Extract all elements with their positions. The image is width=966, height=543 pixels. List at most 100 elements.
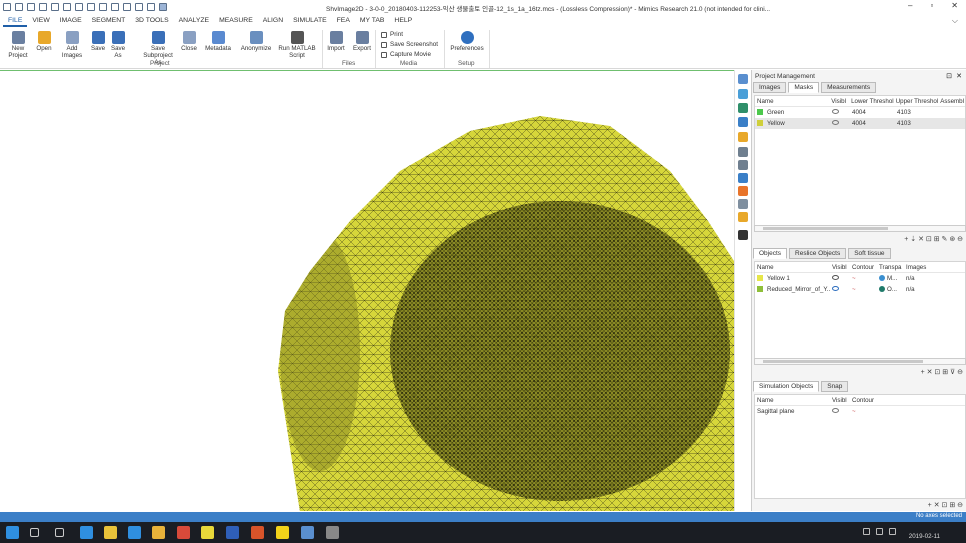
column-header-lower-threshol[interactable]: Lower Threshol <box>849 98 894 105</box>
visibility-on-icon[interactable] <box>832 286 839 291</box>
panel-pin-button[interactable]: ⊡ <box>946 72 952 80</box>
table-row[interactable]: Yellow 1 ~ M... n/a <box>755 273 965 284</box>
taskbar-clock[interactable]: 2019-02-11 <box>909 533 940 540</box>
ribbon-tab-measure[interactable]: MEASURE <box>214 15 258 27</box>
ribbon-tab-simulate[interactable]: SIMULATE <box>288 15 332 27</box>
panel-close-button[interactable]: ✕ <box>956 72 962 80</box>
simulation-tab-simulation-objects[interactable]: Simulation Objects <box>753 381 820 392</box>
ribbon-tab-image[interactable]: IMAGE <box>55 15 87 27</box>
store-icon[interactable] <box>128 526 141 539</box>
rotate-icon[interactable] <box>738 160 748 170</box>
matlab-script-button[interactable]: Run MATLAB Script <box>276 31 318 59</box>
ribbon-tab-fea[interactable]: FEA <box>332 15 355 27</box>
masks-toolbar[interactable]: + ⇣ ✕ ⊡ ⊞ ✎ ⊛ ⊖ <box>904 235 963 243</box>
table-row[interactable]: Green 4004 4103 <box>755 107 965 118</box>
save-as-button[interactable]: Save As <box>109 31 127 59</box>
volume-icon[interactable] <box>876 528 883 535</box>
network-icon[interactable] <box>863 528 870 535</box>
mask-color-swatch[interactable] <box>757 120 763 127</box>
3d-viewport[interactable] <box>0 70 734 511</box>
column-header-name[interactable]: Name <box>755 98 829 105</box>
app-icon[interactable] <box>326 526 339 539</box>
screenshot-button[interactable]: Save Screenshot <box>381 41 438 48</box>
contour-icon[interactable]: ~ <box>850 408 880 415</box>
sticky-notes-icon[interactable] <box>201 526 214 539</box>
undo-icon[interactable] <box>63 3 71 11</box>
print-button[interactable]: Print <box>381 31 403 38</box>
paste-icon[interactable] <box>123 3 131 11</box>
restore-button[interactable]: ▫ <box>930 1 933 10</box>
object-tab-objects[interactable]: Objects <box>753 248 788 259</box>
preferences-button[interactable]: Preferences <box>449 31 485 52</box>
new-icon[interactable] <box>15 3 23 11</box>
move-icon[interactable] <box>738 147 748 157</box>
column-header-visibl[interactable]: Visibl <box>830 264 850 271</box>
visibility-hidden-icon[interactable] <box>832 120 839 125</box>
powerpoint-icon[interactable] <box>251 526 264 539</box>
zoom-out-icon[interactable] <box>147 3 155 11</box>
ribbon-tab-align[interactable]: ALIGN <box>258 15 288 27</box>
column-header-contour[interactable]: Contour <box>850 397 880 404</box>
object-tab-soft-tissue[interactable]: Soft tissue <box>848 248 891 259</box>
skull-mesh-render[interactable] <box>0 71 734 511</box>
column-header-upper-threshol[interactable]: Upper Threshol <box>894 98 939 105</box>
search-icon[interactable] <box>30 528 39 537</box>
ribbon-tab-segment[interactable]: SEGMENT <box>87 15 131 27</box>
app-menu-icon[interactable] <box>3 3 11 11</box>
open-folder-button[interactable]: Open <box>33 31 55 52</box>
scroll-thumb[interactable] <box>763 227 888 230</box>
print-icon[interactable] <box>87 3 95 11</box>
pan-icon[interactable] <box>159 3 167 11</box>
column-header-assembl[interactable]: Assembl <box>938 98 965 105</box>
edge-browser-icon[interactable] <box>80 526 93 539</box>
mask-tab-masks[interactable]: Masks <box>788 82 820 93</box>
ribbon-tab-my-tab[interactable]: MY TAB <box>355 15 390 27</box>
layout-icon[interactable] <box>738 74 748 84</box>
column-header-name[interactable]: Name <box>755 397 830 404</box>
object-color-swatch[interactable] <box>757 275 763 282</box>
table-row[interactable]: Sagittal plane ~ <box>755 406 965 417</box>
import-button[interactable]: Import <box>325 31 347 52</box>
objects-toolbar[interactable]: + ✕ ⊡ ⊞ ⊽ ⊖ <box>921 368 963 376</box>
print-view-icon[interactable] <box>738 103 748 113</box>
color-icon[interactable] <box>738 186 748 196</box>
column-header-transpa[interactable]: Transpa <box>877 264 904 271</box>
simulation-tab-snap[interactable]: Snap <box>821 381 849 392</box>
object-color-swatch[interactable] <box>757 286 763 293</box>
zoom-in-icon[interactable] <box>135 3 143 11</box>
ribbon-tab-view[interactable]: VIEW <box>27 15 54 27</box>
new-project-button[interactable]: New Project <box>6 31 30 59</box>
folder-icon[interactable] <box>152 526 165 539</box>
camera-icon[interactable] <box>738 230 748 240</box>
ribbon-tab-help[interactable]: HELP <box>389 15 417 27</box>
column-header-name[interactable]: Name <box>755 264 830 271</box>
ribbon-tab-file[interactable]: FILE <box>3 15 28 27</box>
minimize-button[interactable]: – <box>908 1 912 10</box>
export-button[interactable]: Export <box>351 31 373 52</box>
kakaotalk-icon[interactable] <box>276 526 289 539</box>
save-as-icon[interactable] <box>51 3 59 11</box>
ribbon-collapse-button[interactable]: ⌵ <box>952 16 958 26</box>
word-icon[interactable] <box>226 526 239 539</box>
copy-icon[interactable] <box>111 3 119 11</box>
file-explorer-icon[interactable] <box>104 526 117 539</box>
mask-tab-measurements[interactable]: Measurements <box>821 82 877 93</box>
metadata-button[interactable]: Metadata <box>204 31 232 52</box>
visibility-hidden-icon[interactable] <box>832 275 839 280</box>
mask-color-swatch[interactable] <box>757 109 763 116</box>
movie-button[interactable]: Capture Movie <box>381 51 431 58</box>
ime-icon[interactable] <box>889 528 896 535</box>
anonymize-button[interactable]: Anonymize <box>238 31 274 52</box>
view-cube-icon[interactable] <box>738 89 748 99</box>
column-header-visibl[interactable]: Visibl <box>829 98 849 105</box>
cube-icon[interactable] <box>738 173 748 183</box>
redo-icon[interactable] <box>75 3 83 11</box>
export-icon[interactable] <box>99 3 107 11</box>
visibility-hidden-icon[interactable] <box>832 408 839 413</box>
light-icon[interactable] <box>738 132 748 142</box>
mimics-icon[interactable] <box>301 526 314 539</box>
simulation-toolbar[interactable]: + ✕ ⊡ ⊞ ⊖ <box>928 501 963 509</box>
task-view-icon[interactable] <box>55 528 64 537</box>
windows-start-icon[interactable] <box>6 526 19 539</box>
save-icon[interactable] <box>39 3 47 11</box>
